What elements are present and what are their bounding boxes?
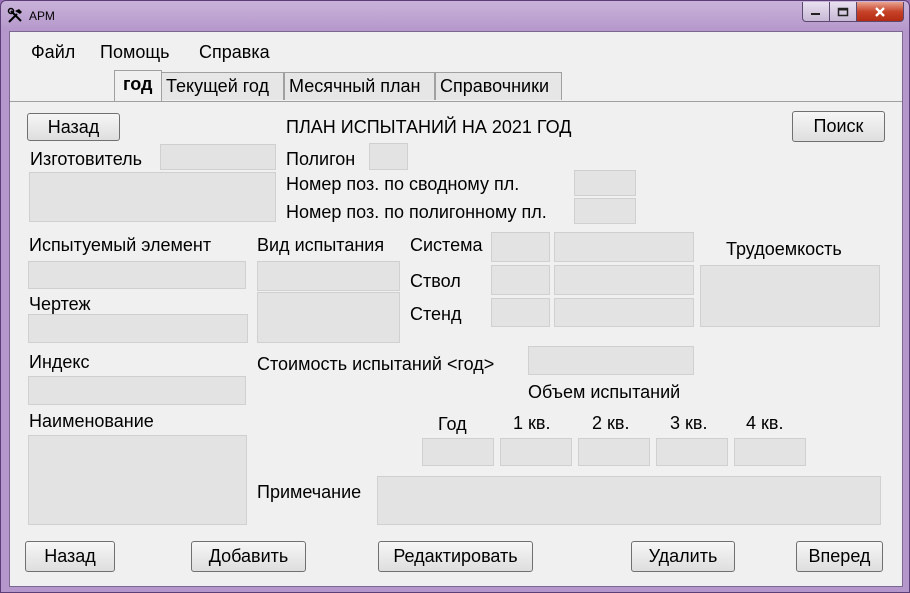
barrel-name-input[interactable] <box>554 265 694 295</box>
maximize-button[interactable] <box>829 2 857 22</box>
summary-position-label: Номер поз. по сводному пл. <box>286 174 520 194</box>
barrel-label: Ствол <box>410 271 461 291</box>
manufacturer-label: Изготовитель <box>30 149 142 169</box>
stand-name-input[interactable] <box>554 298 694 327</box>
volume-q4-input[interactable] <box>734 438 806 466</box>
minimize-button[interactable] <box>802 2 830 22</box>
menu-bar: Файл Помощь Справка <box>10 32 902 68</box>
close-icon <box>875 6 885 17</box>
tab-strip: год Текущей год Месячный план Справочник… <box>10 70 902 101</box>
drawing-input[interactable] <box>28 314 248 343</box>
stand-code-input[interactable] <box>491 298 550 327</box>
search-button[interactable]: Поиск <box>792 111 885 142</box>
name-textarea[interactable] <box>28 435 247 525</box>
note-label: Примечание <box>257 482 362 502</box>
polygon-label: Полигон <box>286 149 356 169</box>
volume-col-q1: 1 кв. <box>513 413 551 433</box>
system-name-input[interactable] <box>554 232 694 262</box>
note-textarea[interactable] <box>377 476 881 525</box>
back-button[interactable]: Назад <box>25 541 115 572</box>
volume-label: Объем испытаний <box>528 382 681 402</box>
system-label: Система <box>410 235 483 255</box>
barrel-code-input[interactable] <box>491 265 550 295</box>
drawing-label: Чертеж <box>29 294 91 314</box>
volume-q2-input[interactable] <box>578 438 650 466</box>
index-input[interactable] <box>28 376 246 405</box>
tab-monthly-plan[interactable]: Месячный план <box>284 72 435 100</box>
menu-file[interactable]: Файл <box>31 42 75 63</box>
volume-col-q4: 4 кв. <box>746 413 784 433</box>
volume-col-q3: 3 кв. <box>670 413 708 433</box>
index-label: Индекс <box>29 352 90 372</box>
menu-reference[interactable]: Справка <box>199 42 270 63</box>
cost-input[interactable] <box>528 346 694 375</box>
summary-position-input[interactable] <box>574 170 636 196</box>
volume-col-year: Год <box>438 414 467 434</box>
polygon-position-label: Номер поз. по полигонному пл. <box>286 202 547 222</box>
test-type-label: Вид испытания <box>257 235 385 255</box>
plan-title: ПЛАН ИСПЫТАНИЙ НА 2021 ГОД <box>286 117 572 137</box>
tab-year[interactable]: год <box>114 70 162 101</box>
cost-label: Стоимость испытаний <год> <box>257 354 495 374</box>
menu-help[interactable]: Помощь <box>100 42 170 63</box>
test-type-input[interactable] <box>257 261 400 291</box>
test-element-label: Испытуемый элемент <box>29 235 212 255</box>
labor-label: Трудоемкость <box>726 239 842 259</box>
volume-year-input[interactable] <box>422 438 494 466</box>
tools-icon <box>7 7 22 23</box>
minimize-icon <box>811 12 820 15</box>
labor-textarea[interactable] <box>700 265 880 327</box>
manufacturer-input[interactable] <box>160 144 276 170</box>
stand-label: Стенд <box>410 304 462 324</box>
test-element-input[interactable] <box>28 261 246 289</box>
tab-current-year[interactable]: Текущей год <box>161 72 284 100</box>
manufacturer-details-textarea[interactable] <box>29 172 276 222</box>
name-label: Наименование <box>29 411 154 431</box>
volume-col-q2: 2 кв. <box>592 413 630 433</box>
volume-q1-input[interactable] <box>500 438 572 466</box>
test-type-details-textarea[interactable] <box>257 292 400 343</box>
window-title: АРМ <box>29 9 55 23</box>
polygon-input[interactable] <box>369 143 408 170</box>
system-code-input[interactable] <box>491 232 550 262</box>
maximize-icon <box>837 7 849 16</box>
back-top-button[interactable]: Назад <box>27 113 120 141</box>
close-button[interactable] <box>856 2 904 22</box>
polygon-position-input[interactable] <box>574 198 636 224</box>
add-button[interactable]: Добавить <box>191 541 306 572</box>
volume-q3-input[interactable] <box>656 438 728 466</box>
edit-button[interactable]: Редактировать <box>378 541 533 572</box>
delete-button[interactable]: Удалить <box>631 541 735 572</box>
title-bar[interactable]: АРМ <box>1 1 909 31</box>
tab-directories[interactable]: Справочники <box>435 72 562 100</box>
forward-button[interactable]: Вперед <box>796 541 883 572</box>
